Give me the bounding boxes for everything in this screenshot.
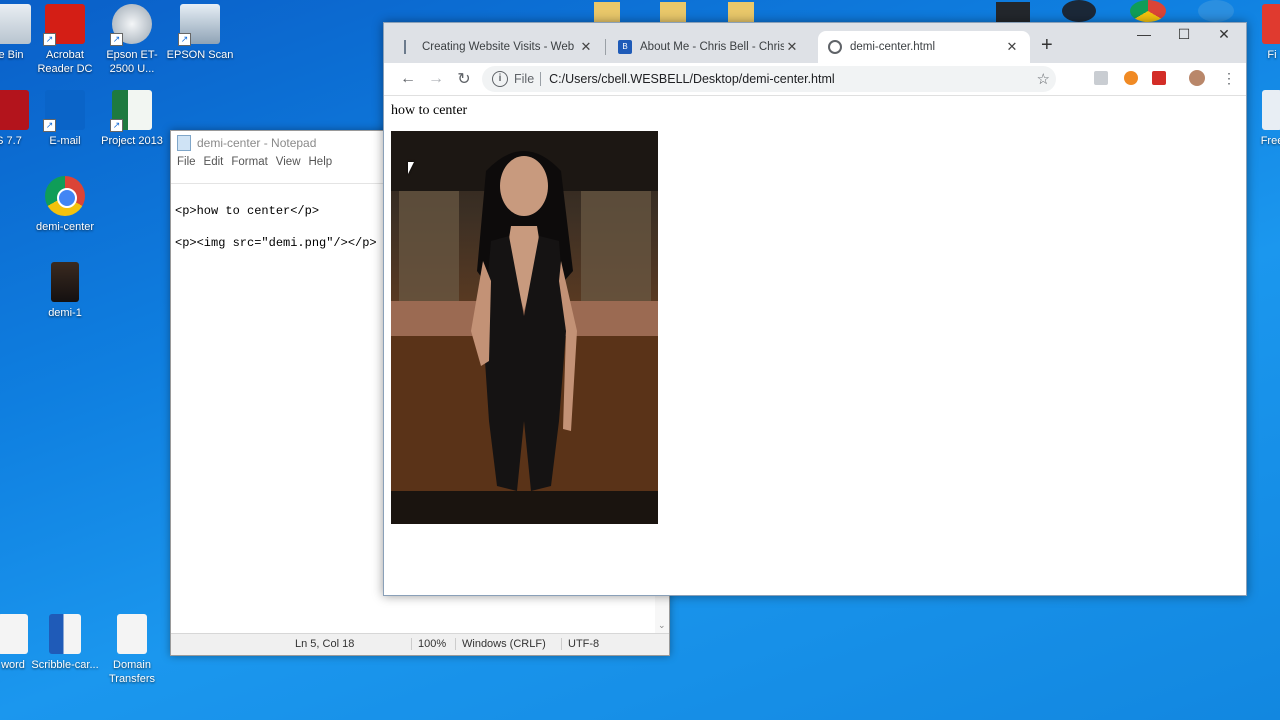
mouse-cursor-icon [408, 162, 414, 174]
tab-about-me[interactable]: B About Me - Chris Bell - Christoph ✕ [608, 31, 810, 63]
desktop-icon-label: demi-center [35, 221, 95, 233]
forward-button[interactable]: → [422, 70, 450, 88]
app-icon [0, 90, 29, 130]
desktop-icon-label: Epson ET-2500 U... [106, 49, 158, 75]
reload-button[interactable]: ↻ [450, 69, 478, 89]
desktop-icon-label: Free [1260, 135, 1280, 147]
word-icon [49, 614, 81, 654]
desktop-icon-label: Domain Transfers [108, 659, 156, 685]
tab-title: demi-center.html [850, 41, 936, 53]
wordpress-favicon-icon [404, 40, 414, 54]
status-encoding: UTF-8 [561, 638, 599, 650]
close-tab-icon[interactable]: ✕ [578, 39, 594, 55]
printer-icon: ↗ [110, 4, 152, 46]
desktop-icon-label: Scribble-car... [31, 659, 99, 671]
tab-demi-center[interactable]: demi-center.html ✕ [818, 31, 1030, 63]
metamask-extension-icon[interactable] [1124, 71, 1138, 85]
profile-avatar[interactable] [1189, 70, 1205, 86]
bookmark-star-icon[interactable]: ☆ [1037, 70, 1050, 88]
desktop-icon-demi-center[interactable]: demi-center [30, 176, 100, 234]
folder-icon[interactable] [728, 2, 754, 22]
menu-file[interactable]: File [173, 154, 200, 174]
chrome-icon[interactable] [1130, 0, 1166, 22]
desktop-icon-right-free[interactable]: Free [1252, 90, 1280, 148]
folder-icon[interactable] [660, 2, 686, 22]
url-text[interactable]: C:/Users/cbell.WESBELL/Desktop/demi-cent… [549, 72, 835, 86]
address-bar[interactable]: i File C:/Users/cbell.WESBELL/Desktop/de… [482, 66, 1056, 92]
steam-icon[interactable] [1062, 0, 1096, 22]
page-image [391, 131, 658, 524]
tab-title: About Me - Chris Bell - Christoph [640, 41, 784, 53]
menu-kebab-icon[interactable]: ⋮ [1222, 71, 1236, 85]
info-icon[interactable]: i [492, 71, 508, 87]
status-position: Ln 5, Col 18 [295, 638, 355, 650]
desktop-icon-email[interactable]: ↗ E-mail [30, 90, 100, 148]
status-line-endings: Windows (CRLF) [455, 638, 546, 650]
close-tab-icon[interactable]: ✕ [1004, 39, 1020, 55]
app-icon [1262, 90, 1280, 130]
desktop-icon-label: Acrobat Reader DC [37, 49, 93, 75]
notepad-icon [177, 134, 191, 151]
new-tab-button[interactable]: + [1041, 35, 1053, 55]
desktop-icon-scribble[interactable]: Scribble-car... [30, 614, 100, 672]
desktop-icon-demi-1[interactable]: demi-1 [30, 262, 100, 320]
desktop-icon-label: E-mail [49, 135, 81, 147]
desktop-icon-label: Project 2013 [101, 135, 163, 147]
lastpass-extension-icon[interactable] [1152, 71, 1166, 85]
app-icon [1262, 4, 1280, 44]
menu-help[interactable]: Help [305, 154, 337, 174]
document-icon [0, 614, 28, 654]
globe-icon [828, 40, 842, 54]
desktop-icon-acrobat[interactable]: ↗ Acrobat Reader DC [30, 4, 100, 76]
page-content: how to center [384, 96, 1246, 595]
desktop-icon-epson-printer[interactable]: ↗ Epson ET-2500 U... [97, 4, 167, 76]
image-file-icon [51, 262, 79, 302]
recycle-bin-icon [0, 4, 31, 44]
close-tab-icon[interactable]: ✕ [784, 39, 800, 55]
app-icon[interactable] [996, 2, 1030, 22]
pdf-extension-icon[interactable] [1094, 71, 1108, 85]
menu-edit[interactable]: Edit [200, 154, 228, 174]
tab-website-visits[interactable]: Creating Website Visits - Web De ✕ [394, 31, 604, 63]
maximize-button[interactable]: ☐ [1164, 26, 1204, 43]
page-paragraph: how to center [391, 103, 468, 118]
acrobat-icon: ↗ [43, 4, 85, 46]
close-button[interactable]: ✕ [1204, 26, 1244, 43]
photo-illustration [391, 131, 658, 524]
scanner-icon: ↗ [178, 4, 220, 46]
document-icon [117, 614, 147, 654]
back-button[interactable]: ← [394, 70, 422, 88]
menu-view[interactable]: View [272, 154, 305, 174]
tab-strip: Creating Website Visits - Web De ✕ B Abo… [384, 23, 1246, 63]
chevron-down-icon[interactable]: ⌄ [658, 620, 666, 631]
desktop-icon-right-fi[interactable]: Fi [1252, 4, 1280, 62]
minimize-button[interactable]: — [1124, 26, 1164, 42]
project-icon: ↗ [110, 90, 152, 132]
folder-icon[interactable] [594, 2, 620, 22]
desktop-icon-label: Fi [1267, 49, 1277, 61]
chrome-icon [45, 176, 85, 216]
notepad-status-bar: Ln 5, Col 18 100% Windows (CRLF) UTF-8 [171, 633, 669, 655]
browser-toolbar: ← → ↻ i File C:/Users/cbell.WESBELL/Desk… [384, 63, 1246, 96]
desktop-icon-label: demi-1 [48, 307, 82, 319]
desktop-icon-label: EPSON Scan [166, 49, 234, 61]
bootstrap-favicon-icon: B [618, 40, 632, 54]
notepad-title: demi-center - Notepad [197, 135, 317, 150]
desktop-icon-project[interactable]: ↗ Project 2013 [97, 90, 167, 148]
browser-window[interactable]: Creating Website Visits - Web De ✕ B Abo… [383, 22, 1247, 596]
edge-icon[interactable] [1198, 0, 1234, 22]
desktop-icon-domain-transfers[interactable]: Domain Transfers [97, 614, 167, 686]
status-zoom: 100% [411, 638, 446, 650]
url-scheme: File [514, 72, 542, 86]
outlook-icon: ↗ [43, 90, 85, 132]
menu-format[interactable]: Format [227, 154, 271, 174]
tab-title: Creating Website Visits - Web De [422, 41, 578, 53]
desktop-icon-epson-scan[interactable]: ↗ EPSON Scan [165, 4, 235, 62]
